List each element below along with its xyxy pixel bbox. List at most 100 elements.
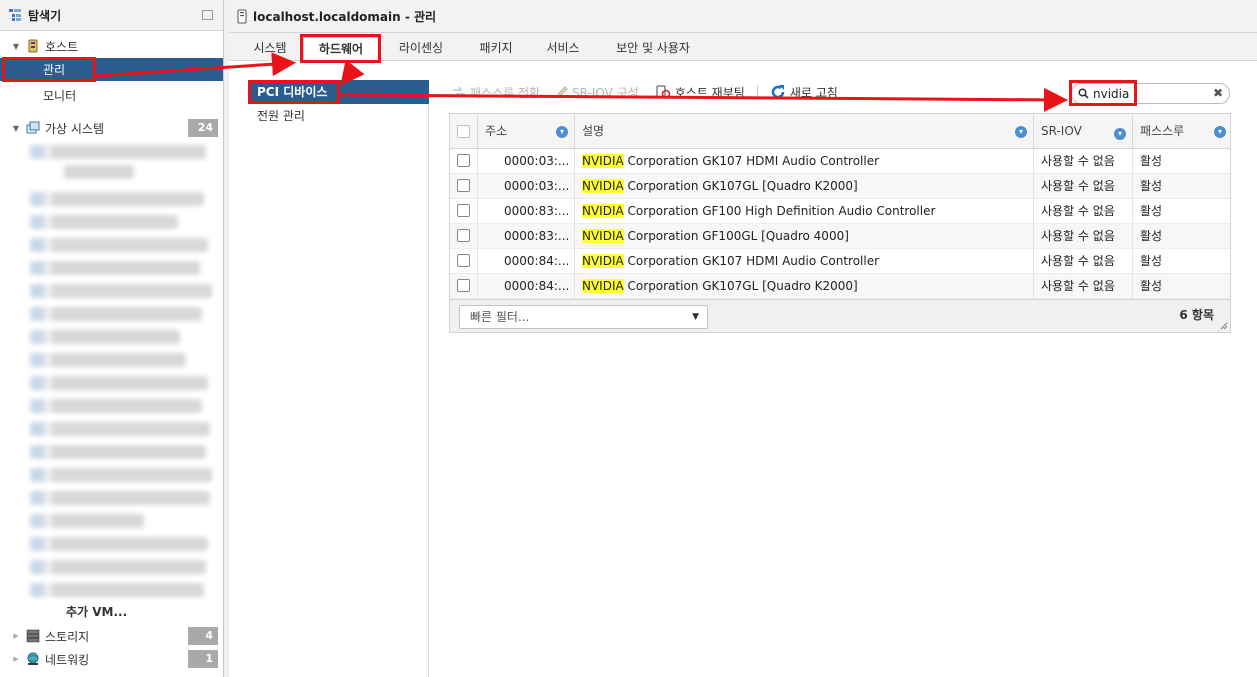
expand-caret-icon[interactable]: ▶	[10, 632, 22, 640]
vm-list-item[interactable]	[30, 445, 206, 459]
expand-caret-icon[interactable]: ▼	[10, 42, 22, 51]
reboot-host-label: 호스트 재부팅	[674, 85, 745, 100]
vm-list-item[interactable]	[30, 491, 210, 505]
vm-list-item[interactable]	[30, 284, 212, 298]
column-header-sriov[interactable]: SR-IOV ▾	[1034, 114, 1133, 149]
column-menu-icon[interactable]: ▾	[1214, 126, 1226, 138]
column-menu-icon[interactable]: ▾	[556, 126, 568, 138]
vm-list-item[interactable]	[30, 145, 206, 159]
search-highlight: NVIDIA	[582, 154, 624, 168]
item-count: 6 항목	[1179, 308, 1214, 322]
tab-system[interactable]: 시스템	[237, 37, 303, 61]
subnav-power-management[interactable]: 전원 관리	[249, 104, 429, 128]
vm-list-item[interactable]	[30, 376, 208, 390]
storage-label: 스토리지	[45, 629, 90, 644]
network-globe-icon	[27, 652, 39, 665]
annotation-box-pci-devices	[248, 80, 340, 104]
vm-list-item[interactable]	[30, 307, 202, 321]
cell-address: 0000:83:...	[478, 199, 575, 224]
collapse-sidebar-icon[interactable]	[202, 10, 213, 20]
networking-label: 네트워킹	[45, 652, 90, 667]
tab-licensing[interactable]: 라이센싱	[387, 37, 455, 61]
vm-list-item[interactable]	[64, 165, 134, 179]
clear-search-icon[interactable]: ✖	[1213, 86, 1223, 100]
select-all-checkbox[interactable]	[457, 125, 470, 138]
row-checkbox[interactable]	[457, 279, 470, 292]
cell-sriov: 사용할 수 없음	[1034, 199, 1133, 224]
search-highlight: NVIDIA	[582, 254, 624, 268]
table-row[interactable]: 0000:84:... NVIDIA Corporation GK107GL [Q…	[450, 274, 1230, 299]
column-header-passthrough[interactable]: 패스스루 ▾	[1133, 114, 1230, 149]
more-vms-link[interactable]: 추가 VM...	[0, 600, 223, 622]
expand-caret-icon[interactable]: ▶	[10, 655, 22, 663]
configure-sriov-button[interactable]: SR-IOV 구성	[556, 84, 639, 101]
host-device-icon	[237, 9, 247, 23]
networking-count-badge: 1	[188, 650, 218, 668]
configure-sriov-label: SR-IOV 구성	[572, 85, 639, 100]
cell-description: NVIDIA Corporation GF100 High Definition…	[575, 199, 1034, 224]
vm-list-item[interactable]	[30, 422, 210, 436]
search-highlight: NVIDIA	[582, 229, 624, 243]
table-row[interactable]: 0000:83:... NVIDIA Corporation GF100 High…	[450, 199, 1230, 224]
vm-list-item[interactable]	[30, 238, 208, 252]
tree-node-networking[interactable]: ▶ 네트워킹 1	[0, 648, 223, 670]
vm-list-item[interactable]	[30, 537, 208, 551]
annotation-box-manage	[2, 57, 96, 82]
pencil-icon	[557, 86, 568, 97]
search-highlight: NVIDIA	[582, 204, 624, 218]
reboot-host-button[interactable]: 호스트 재부팅	[655, 84, 745, 101]
row-select-cell	[450, 224, 478, 249]
tab-security-users[interactable]: 보안 및 사용자	[603, 37, 703, 61]
expand-caret-icon[interactable]: ▼	[10, 124, 22, 133]
tree-node-monitor[interactable]: 모니터	[0, 84, 223, 106]
annotation-box-search	[1069, 80, 1137, 106]
tree-node-storage[interactable]: ▶ 스토리지 4	[0, 625, 223, 647]
row-checkbox[interactable]	[457, 204, 470, 217]
cell-passthrough: 활성	[1140, 154, 1163, 168]
monitor-label: 모니터	[43, 88, 77, 103]
column-label-passthrough: 패스스루	[1140, 124, 1185, 138]
cell-address: 0000:84:...	[478, 249, 575, 274]
vm-list-item[interactable]	[30, 514, 144, 528]
column-header-description[interactable]: 설명 ▾	[575, 114, 1034, 149]
row-checkbox[interactable]	[457, 254, 470, 267]
tree-node-vms[interactable]: ▼ 가상 시스템 24	[0, 117, 223, 139]
table-row[interactable]: 0000:03:... NVIDIA Corporation GK107 HDMI…	[450, 149, 1230, 174]
row-checkbox[interactable]	[457, 179, 470, 192]
column-menu-icon[interactable]: ▾	[1114, 128, 1126, 140]
vm-list-item[interactable]	[30, 215, 178, 229]
table-row[interactable]: 0000:84:... NVIDIA Corporation GK107 HDMI…	[450, 249, 1230, 274]
column-label-sriov: SR-IOV	[1041, 124, 1082, 138]
row-select-cell	[450, 274, 478, 299]
vm-list-item[interactable]	[30, 192, 204, 206]
refresh-label: 새로 고침	[789, 85, 838, 100]
cell-description: NVIDIA Corporation GK107 HDMI Audio Cont…	[575, 149, 1034, 174]
vm-list-item[interactable]	[30, 583, 204, 597]
row-checkbox[interactable]	[457, 229, 470, 242]
resize-grip-icon[interactable]	[1220, 322, 1228, 330]
cell-passthrough: 활성	[1140, 204, 1163, 218]
tab-services[interactable]: 서비스	[535, 37, 591, 61]
vm-list-item[interactable]	[30, 353, 186, 367]
vm-list-item[interactable]	[30, 468, 212, 482]
refresh-button[interactable]: 새로 고침	[770, 84, 838, 101]
host-icon	[28, 39, 38, 53]
cell-address: 0000:83:...	[478, 224, 575, 249]
column-menu-icon[interactable]: ▾	[1015, 126, 1027, 138]
description-text: Corporation GK107 HDMI Audio Controller	[623, 254, 880, 268]
vm-count-badge: 24	[188, 119, 218, 137]
cell-address: 0000:84:...	[478, 274, 575, 299]
vm-list-item[interactable]	[30, 261, 200, 275]
quick-filter-select[interactable]: 빠른 필터... ▼	[459, 305, 708, 329]
vm-list-item[interactable]	[30, 330, 180, 344]
toggle-passthrough-button[interactable]: 패스스루 전환	[452, 84, 540, 101]
table-row[interactable]: 0000:83:... NVIDIA Corporation GF100GL [Q…	[450, 224, 1230, 249]
description-text: Corporation GF100 High Definition Audio …	[623, 204, 936, 218]
tab-packages[interactable]: 패키지	[465, 37, 527, 61]
column-header-address[interactable]: 주소 ▾	[478, 114, 575, 149]
tree-node-host[interactable]: ▼ 호스트	[0, 35, 223, 57]
vm-list-item[interactable]	[30, 560, 206, 574]
vm-list-item[interactable]	[30, 399, 202, 413]
row-checkbox[interactable]	[457, 154, 470, 167]
table-row[interactable]: 0000:03:... NVIDIA Corporation GK107GL [Q…	[450, 174, 1230, 199]
